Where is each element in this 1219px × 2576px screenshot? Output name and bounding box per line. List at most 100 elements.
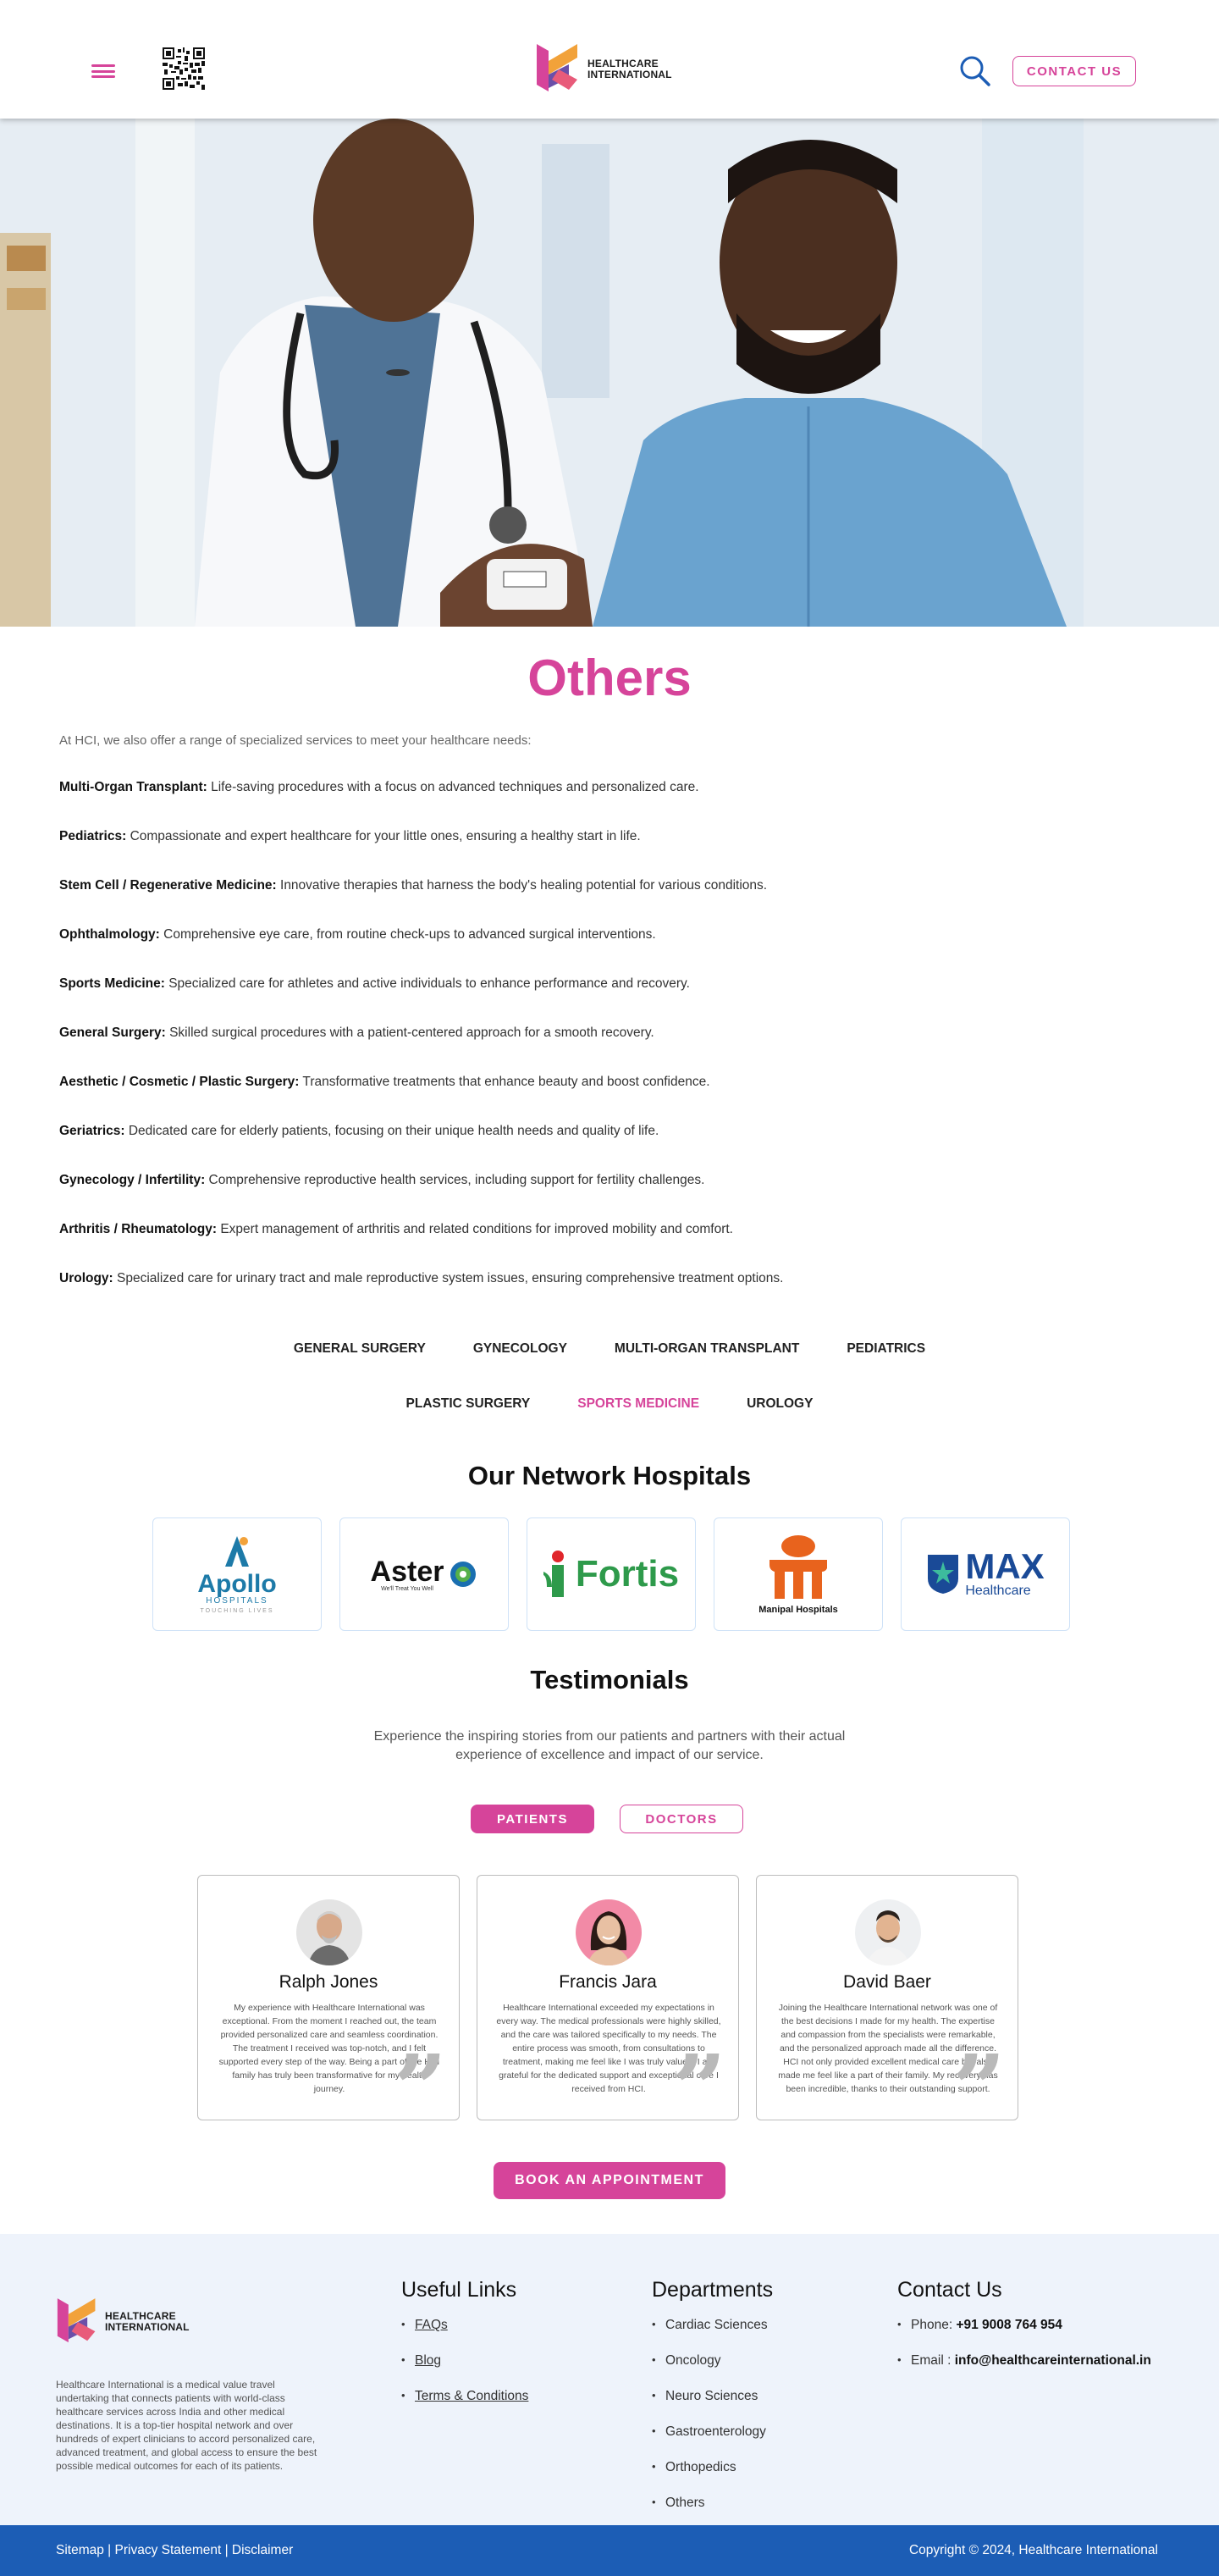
useful-links: Useful Links FAQs Blog Terms & Condition… [401, 2278, 528, 2424]
department-item[interactable]: Oncology [652, 2353, 773, 2389]
tab-multi-organ-transplant[interactable]: MULTI-ORGAN TRANSPLANT [615, 1341, 799, 1357]
contact-us-button[interactable]: CONTACT US [1012, 56, 1136, 86]
person-avatar-icon [296, 1899, 362, 1965]
departments-title: Departments [652, 2278, 774, 2302]
tab-gynecology[interactable]: GYNECOLOGY [473, 1341, 567, 1357]
service-name: Sports Medicine: [59, 976, 165, 991]
hero-image [0, 119, 1219, 627]
tab-general-surgery[interactable]: GENERAL SURGERY [294, 1341, 426, 1357]
search-icon[interactable] [958, 54, 992, 88]
service-description: Comprehensive eye care, from routine che… [159, 927, 656, 942]
hospital-card-max[interactable]: MAX Healthcare [901, 1517, 1070, 1631]
bottom-bar: Sitemap | Privacy Statement | Disclaimer… [0, 2525, 1219, 2576]
aster-logo: Aster We'll Treat You Well [371, 1557, 478, 1592]
person-avatar-icon [576, 1899, 642, 1965]
apollo-symbol-icon [225, 1536, 249, 1567]
quote-icon: ” [951, 2034, 1006, 2143]
list-item: Urology: Specialized care for urinary tr… [59, 1270, 1160, 1319]
doctors-tab-button[interactable]: DOCTORS [620, 1805, 743, 1833]
list-item: Multi-Organ Transplant: Life-saving proc… [59, 779, 1160, 828]
email-address[interactable]: info@healthcareinternational.in [955, 2353, 1151, 2368]
service-name: Aesthetic / Cosmetic / Plastic Surgery: [59, 1075, 300, 1089]
testimonial-cards: Ralph Jones My experience with Healthcar… [197, 1875, 1018, 2143]
service-name: Multi-Organ Transplant: [59, 780, 207, 794]
apollo-logo: Apollo HOSPITALS TOUCHING LIVES [197, 1534, 277, 1614]
list-item: Ophthalmology: Comprehensive eye care, f… [59, 926, 1160, 976]
site-logo[interactable]: HEALTHCARE INTERNATIONAL [535, 41, 672, 98]
footer-logo[interactable]: HEALTHCARE INTERNATIONAL [56, 2295, 190, 2349]
footer-link-blog[interactable]: Blog [401, 2353, 528, 2389]
specialty-tabs-row-1: GENERAL SURGERY GYNECOLOGY MULTI-ORGAN T… [0, 1341, 1219, 1357]
book-appointment-button[interactable]: BOOK AN APPOINTMENT [494, 2162, 725, 2199]
person-avatar-icon [855, 1899, 921, 1965]
departments: Departments Cardiac Sciences Oncology Ne… [652, 2278, 773, 2531]
testimonial-card: David Baer Joining the Healthcare Intern… [756, 1875, 1018, 2143]
link-label[interactable]: FAQs [415, 2318, 448, 2332]
tab-urology[interactable]: UROLOGY [747, 1396, 813, 1412]
others-title: Others [527, 650, 692, 706]
patients-tab-button[interactable]: PATIENTS [471, 1805, 594, 1833]
hospital-card-apollo[interactable]: Apollo HOSPITALS TOUCHING LIVES [152, 1517, 322, 1631]
logo-line-2: INTERNATIONAL [587, 69, 672, 80]
manipal-logo: Manipal Hospitals [758, 1534, 838, 1615]
legal-links[interactable]: Sitemap | Privacy Statement | Disclaimer [56, 2543, 293, 2558]
hospital-card-aster[interactable]: Aster We'll Treat You Well [339, 1517, 509, 1631]
email-label: Email : [911, 2353, 955, 2368]
contact-phone[interactable]: Phone: +91 9008 764 954 [897, 2318, 1151, 2353]
network-hospitals-title: Our Network Hospitals [467, 1461, 752, 1490]
testimonial-name: Ralph Jones [279, 1972, 378, 1992]
testimonial-name: Francis Jara [559, 1972, 657, 1992]
tab-pediatrics[interactable]: PEDIATRICS [847, 1341, 925, 1357]
service-description: Compassionate and expert healthcare for … [126, 829, 641, 843]
footer-link-terms[interactable]: Terms & Conditions [401, 2389, 528, 2424]
list-item: Geriatrics: Dedicated care for elderly p… [59, 1123, 1160, 1172]
footer-logo-line-2: INTERNATIONAL [105, 2321, 190, 2333]
service-description: Transformative treatments that enhance b… [299, 1075, 710, 1089]
copyright: Copyright © 2024, Healthcare Internation… [908, 2543, 1158, 2557]
aster-wordmark: Aster [370, 1555, 444, 1588]
menu-icon[interactable] [91, 64, 115, 78]
fortis-symbol-icon [543, 1551, 564, 1597]
phone-number[interactable]: +91 9008 764 954 [956, 2318, 1062, 2332]
department-item[interactable]: Cardiac Sciences [652, 2318, 773, 2353]
department-item[interactable]: Neuro Sciences [652, 2389, 773, 2424]
service-name: Gynecology / Infertility: [59, 1173, 206, 1187]
max-shield-icon [928, 1555, 959, 1594]
page: HEALTHCARE INTERNATIONAL CONTACT US Othe… [0, 0, 1219, 2576]
fortis-wordmark: Fortis [575, 1553, 680, 1595]
list-item: General Surgery: Skilled surgical proced… [59, 1025, 1160, 1074]
max-wordmark: MAX [965, 1546, 1045, 1586]
aster-emblem-icon [450, 1562, 477, 1587]
fortis-logo: Fortis [543, 1550, 679, 1599]
service-name: Urology: [59, 1271, 113, 1285]
department-item[interactable]: Orthopedics [652, 2460, 773, 2496]
footer-link-faqs[interactable]: FAQs [401, 2318, 528, 2353]
hospital-logos: Apollo HOSPITALS TOUCHING LIVES Aster We… [152, 1517, 1070, 1631]
hospital-card-manipal[interactable]: Manipal Hospitals [714, 1517, 883, 1631]
tab-sports-medicine[interactable]: SPORTS MEDICINE [577, 1396, 699, 1412]
phone-label: Phone: [911, 2318, 957, 2332]
quote-icon: ” [393, 2034, 447, 2143]
link-label[interactable]: Terms & Conditions [415, 2389, 528, 2403]
manipal-symbol-icon [769, 1534, 827, 1599]
site-header: HEALTHCARE INTERNATIONAL CONTACT US [0, 0, 1219, 119]
aster-tagline: We'll Treat You Well [381, 1585, 433, 1592]
hci-logo-mark-icon [537, 44, 577, 91]
manipal-wordmark: Manipal Hospitals [758, 1604, 838, 1615]
service-name: Ophthalmology: [59, 927, 160, 942]
contact-us: Contact Us Phone: +91 9008 764 954 Email… [897, 2278, 1151, 2389]
specialty-tabs-row-2: PLASTIC SURGERY SPORTS MEDICINE UROLOGY [0, 1396, 1219, 1412]
contact-email[interactable]: Email : info@healthcareinternational.in [897, 2353, 1151, 2389]
qr-code-icon [163, 47, 205, 90]
tab-plastic-surgery[interactable]: PLASTIC SURGERY [406, 1396, 531, 1412]
service-name: Pediatrics: [59, 829, 127, 843]
apollo-tagline: TOUCHING LIVES [200, 1608, 274, 1614]
apollo-sub: HOSPITALS [206, 1596, 268, 1606]
service-description: Innovative therapies that harness the bo… [276, 878, 768, 893]
hospital-card-fortis[interactable]: Fortis [527, 1517, 696, 1631]
site-footer: HEALTHCARE INTERNATIONAL Healthcare Inte… [0, 2234, 1219, 2525]
department-item[interactable]: Gastroenterology [652, 2424, 773, 2460]
useful-links-title: Useful Links [401, 2278, 517, 2302]
link-label[interactable]: Blog [415, 2353, 441, 2368]
list-item: Arthritis / Rheumatology: Expert managem… [59, 1221, 1160, 1270]
